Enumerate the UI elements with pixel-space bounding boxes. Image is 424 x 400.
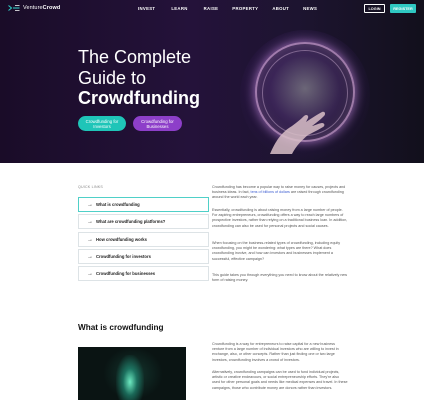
intro-paragraph-4: This guide takes you through everything … — [212, 273, 348, 283]
arrow-right-icon: → — [87, 236, 93, 243]
nav-property[interactable]: PROPERTY — [232, 6, 258, 11]
section-paragraph-2: Alternatively, crowdfunding campaigns ca… — [212, 370, 348, 390]
hero-title-line3: Crowdfunding — [78, 88, 200, 108]
nav-invest[interactable]: INVEST — [138, 6, 155, 11]
top-navigation: VentureCrowd INVEST LEARN RAISE PROPERTY… — [0, 0, 424, 17]
arrow-right-icon: → — [87, 218, 93, 225]
login-button[interactable]: LOGIN — [364, 4, 385, 13]
hero-title: The Complete Guide to Crowdfunding — [78, 47, 200, 109]
intro-paragraph-3: When focusing on the business-related ty… — [212, 241, 341, 261]
quick-link-what-is-crowdfunding[interactable]: → What is crowdfunding — [78, 197, 209, 212]
nav-news[interactable]: NEWS — [303, 6, 317, 11]
hero-title-line1: The Complete — [78, 47, 192, 67]
logo-text: VentureCrowd — [23, 5, 61, 11]
arrow-right-icon: → — [87, 270, 93, 277]
intro-paragraph-1: Crowdfunding has become a popular way to… — [212, 185, 346, 200]
quick-link-label: How crowdfunding works — [96, 237, 147, 242]
hand-icon — [270, 111, 326, 154]
arrow-right-icon: → — [87, 253, 93, 260]
nav-about[interactable]: ABOUT — [272, 6, 289, 11]
quick-link-how-it-works[interactable]: → How crowdfunding works — [78, 232, 209, 247]
intro-paragraph-2: Essentially, crowdfunding is about raisi… — [212, 208, 348, 228]
hero-title-line2: Guide to — [78, 67, 147, 88]
nav-learn[interactable]: LEARN — [171, 6, 187, 11]
crowdfunding-for-businesses-button[interactable]: Crowdfunding for Businesses — [133, 116, 182, 131]
venturecrowd-logo[interactable]: VentureCrowd — [8, 5, 60, 11]
quick-link-businesses[interactable]: → Crowdfunding for businesses — [78, 266, 209, 281]
nav-raise[interactable]: RAISE — [204, 6, 219, 11]
arrow-right-icon: → — [87, 201, 93, 208]
section-title: What is crowdfunding — [78, 323, 164, 332]
quick-link-label: Crowdfunding for investors — [96, 254, 151, 259]
crowdfunding-for-investors-button[interactable]: Crowdfunding for Investors — [78, 116, 126, 131]
quick-link-label: Crowdfunding for businesses — [96, 271, 156, 276]
quick-link-label: What are crowdfunding platforms? — [96, 219, 166, 224]
hero-banner: VentureCrowd INVEST LEARN RAISE PROPERTY… — [0, 0, 424, 163]
register-button[interactable]: REGISTER — [390, 4, 416, 13]
quick-link-platforms[interactable]: → What are crowdfunding platforms? — [78, 214, 209, 229]
logo-mark-icon — [8, 5, 20, 11]
crowdfunding-image — [78, 347, 186, 400]
quick-link-investors[interactable]: → Crowdfunding for investors — [78, 249, 209, 264]
quick-links-label: QUICK LINKS — [78, 185, 103, 189]
main-nav: INVEST LEARN RAISE PROPERTY ABOUT NEWS — [138, 6, 317, 11]
billions-link[interactable]: tens of billions of dollars — [251, 190, 290, 194]
quick-link-label: What is crowdfunding — [96, 202, 140, 207]
section-paragraph-1: Crowdfunding is a way for entrepreneurs … — [212, 342, 339, 362]
